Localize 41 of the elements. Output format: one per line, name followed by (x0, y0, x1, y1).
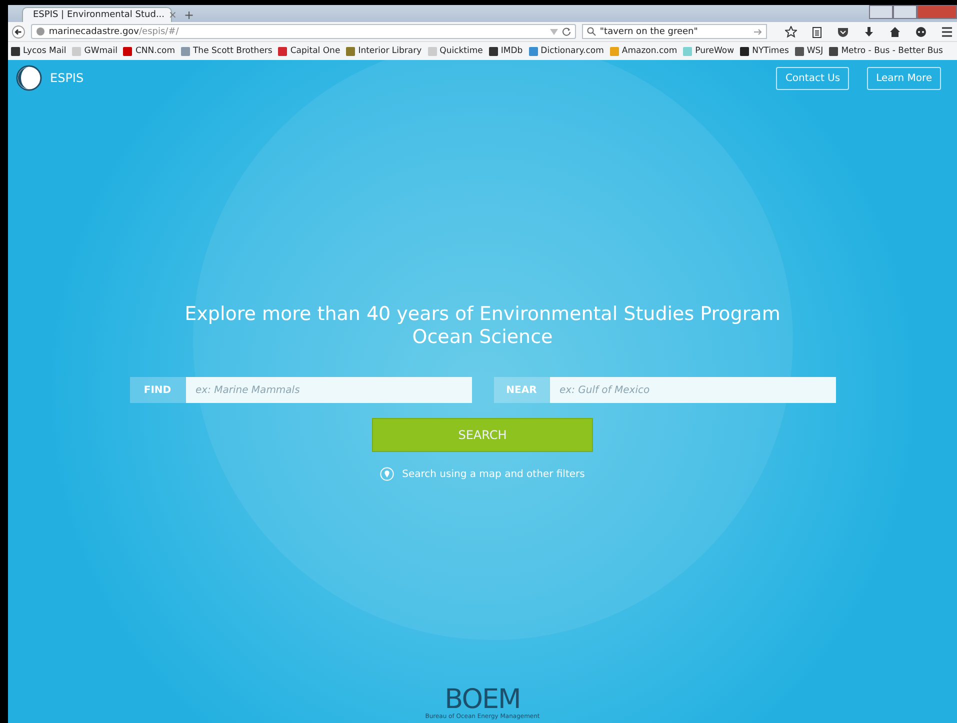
bookmark-link[interactable]: The Scott Brothers (180, 46, 272, 56)
arrow-icon[interactable] (754, 28, 762, 36)
bookmark-link[interactable]: Dictionary.com (528, 46, 604, 56)
wave-logo-icon (16, 65, 42, 91)
new-tab-button[interactable]: + (176, 8, 202, 22)
clipboard-icon[interactable] (811, 26, 823, 38)
bookmark-link[interactable]: Amazon.com (610, 46, 678, 56)
search-icon (586, 27, 596, 36)
bookmark-link[interactable]: NYTimes (740, 46, 789, 56)
logo-text: ESPIS (50, 71, 85, 85)
bookmark-link[interactable]: GWmail (72, 46, 118, 56)
window-controls[interactable] (869, 5, 957, 19)
bookmark-link[interactable]: Lycos Mail (11, 46, 66, 56)
back-icon[interactable] (12, 24, 25, 38)
home-icon[interactable] (889, 26, 901, 38)
bookmark-link[interactable]: Interior Library (346, 46, 422, 56)
bookmark-link[interactable]: PureWow (683, 46, 734, 56)
search-field[interactable]: "tavern on the green" (582, 24, 767, 39)
tab-title: ESPIS | Environmental Stud... (33, 10, 165, 20)
url-text: marinecadastre.gov/espis/#/ (48, 26, 179, 36)
bookmark-link[interactable]: Quicktime (428, 46, 483, 56)
star-icon[interactable] (785, 26, 797, 38)
field-label: FIND (130, 377, 186, 403)
bookmark-link[interactable]: CNN.com (123, 46, 175, 56)
address-bar[interactable]: marinecadastre.gov/espis/#/ (30, 24, 576, 39)
pocket-icon[interactable] (837, 26, 849, 38)
bookmark-link[interactable]: Capital One (278, 46, 340, 56)
field-label: NEAR (494, 377, 550, 403)
bookmark-link[interactable]: Metro - Bus - Better Bus (829, 46, 943, 56)
bookmark-link[interactable]: IMDb (488, 46, 523, 56)
chat-icon[interactable] (915, 26, 927, 38)
location-input[interactable]: ex: Gulf of Mexico (550, 377, 836, 403)
bookmark-link[interactable]: WSJ (794, 46, 824, 56)
search-value: "tavern on the green" (600, 26, 699, 36)
menu-icon[interactable] (941, 26, 953, 38)
map-pin-icon (380, 467, 394, 481)
footer-logo-text: BOEM (444, 686, 520, 713)
headline: Explore more than 40 years of Environmental Studies Program Ocean Science (184, 303, 782, 349)
keyword-input[interactable]: ex: Marine Mammals (186, 377, 472, 403)
download-icon[interactable] (863, 26, 875, 38)
reload-icon[interactable] (562, 27, 571, 36)
